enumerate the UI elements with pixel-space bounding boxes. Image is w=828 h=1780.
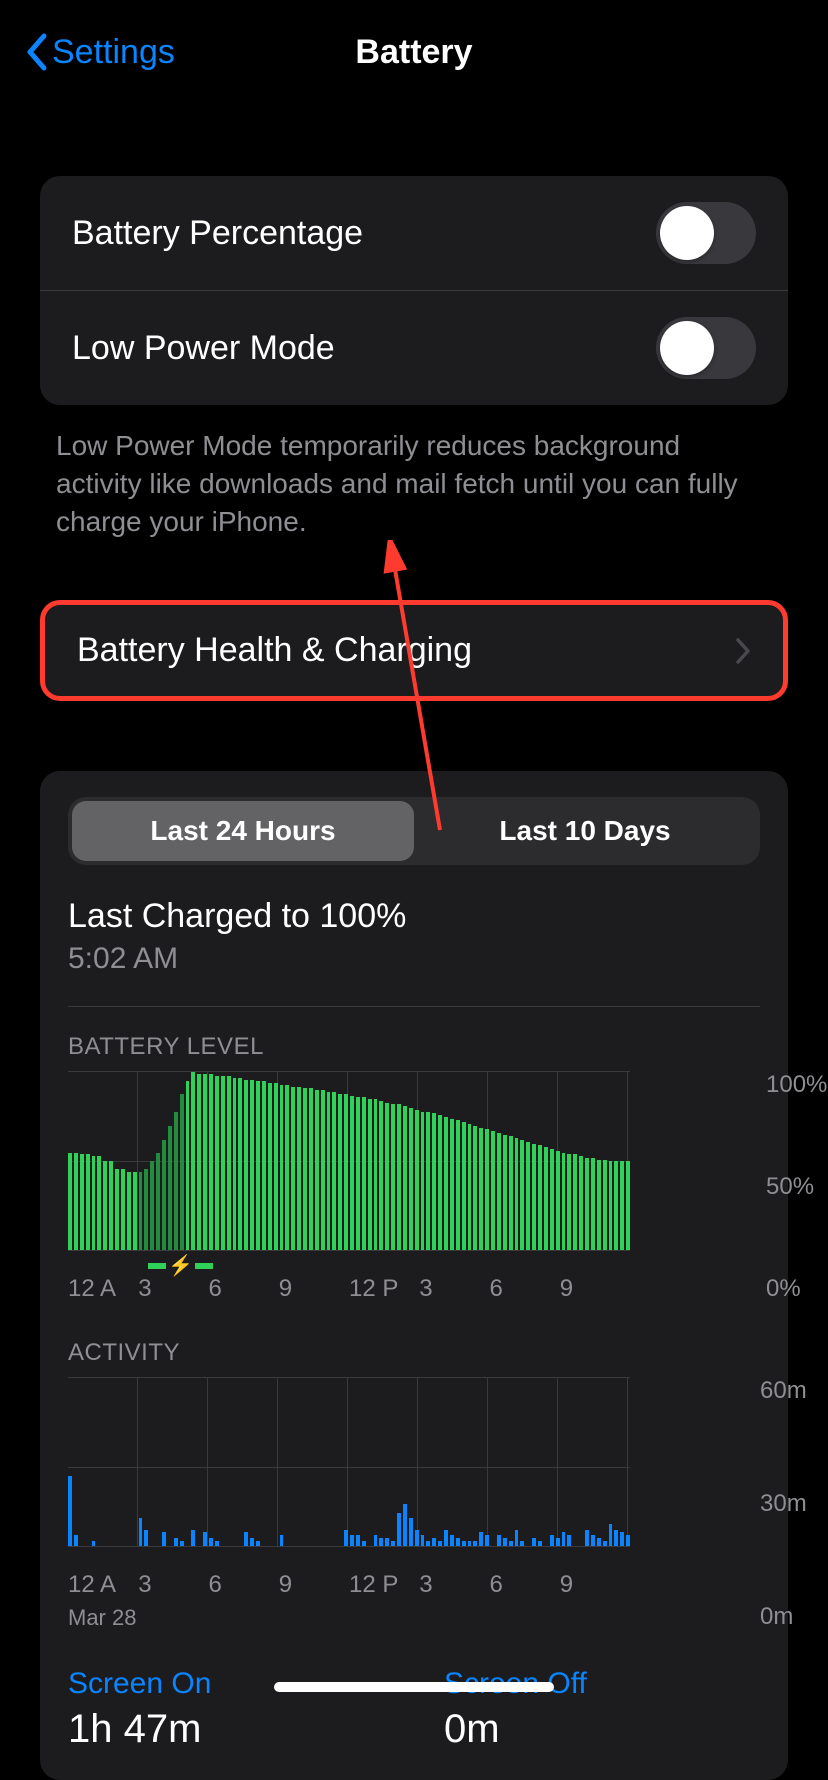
activity-date: Mar 28 <box>68 1605 760 1631</box>
screen-on-stat[interactable]: Screen On 1h 47m <box>68 1667 384 1752</box>
usage-card: Last 24 Hours Last 10 Days Last Charged … <box>40 771 788 1780</box>
chevron-right-icon <box>735 637 751 665</box>
seg-last-24h[interactable]: Last 24 Hours <box>72 801 414 861</box>
y-tick: 100% <box>766 1071 828 1099</box>
battery-level-label: BATTERY LEVEL <box>68 1033 760 1061</box>
page-title: Battery <box>355 33 472 72</box>
divider <box>68 1006 760 1007</box>
low-power-mode-label: Low Power Mode <box>72 329 335 368</box>
battery-level-chart-wrap: 100% 50% 0% ⚡ 12 A36912 P369 <box>68 1071 760 1303</box>
screen-off-stat[interactable]: Screen Off 0m <box>444 1667 760 1752</box>
battery-level-chart[interactable] <box>68 1071 630 1251</box>
y-tick: 30m <box>760 1490 828 1518</box>
battery-y-axis: 100% 50% 0% <box>766 1071 828 1303</box>
activity-y-axis: 60m 30m 0m <box>760 1377 828 1631</box>
screen-off-value: 0m <box>444 1707 760 1752</box>
toggle-section: Battery Percentage Low Power Mode <box>40 176 788 405</box>
y-tick: 0% <box>766 1275 828 1303</box>
y-tick: 50% <box>766 1173 828 1201</box>
screen-on-value: 1h 47m <box>68 1707 384 1752</box>
nav-header: Settings Battery <box>0 0 828 96</box>
screen-stats: Screen On 1h 47m Screen Off 0m <box>68 1667 760 1752</box>
y-tick: 60m <box>760 1377 828 1405</box>
seg-last-10d[interactable]: Last 10 Days <box>414 801 756 861</box>
activity-chart-wrap: 60m 30m 0m 12 A36912 P369 Mar 28 <box>68 1377 760 1631</box>
charging-indicator: ⚡ <box>148 1253 213 1278</box>
time-range-segmented: Last 24 Hours Last 10 Days <box>68 797 760 865</box>
back-button[interactable]: Settings <box>24 32 175 72</box>
battery-health-row[interactable]: Battery Health & Charging <box>40 600 788 701</box>
low-power-note: Low Power Mode temporarily reduces backg… <box>56 427 772 540</box>
battery-x-axis: 12 A36912 P369 <box>68 1275 630 1303</box>
chevron-left-icon <box>24 32 48 72</box>
back-label: Settings <box>52 33 175 72</box>
home-indicator[interactable] <box>274 1682 554 1692</box>
battery-percentage-switch[interactable] <box>656 202 756 264</box>
activity-label: ACTIVITY <box>68 1339 760 1367</box>
activity-chart[interactable] <box>68 1377 630 1547</box>
low-power-mode-row[interactable]: Low Power Mode <box>40 290 788 405</box>
last-charged-title: Last Charged to 100% <box>68 897 760 936</box>
bolt-icon: ⚡ <box>168 1253 193 1278</box>
battery-percentage-row[interactable]: Battery Percentage <box>40 176 788 290</box>
low-power-mode-switch[interactable] <box>656 317 756 379</box>
last-charged-time: 5:02 AM <box>68 942 760 976</box>
battery-health-label: Battery Health & Charging <box>77 631 472 670</box>
battery-percentage-label: Battery Percentage <box>72 214 363 253</box>
y-tick: 0m <box>760 1603 828 1631</box>
activity-x-axis: 12 A36912 P369 <box>68 1571 630 1599</box>
